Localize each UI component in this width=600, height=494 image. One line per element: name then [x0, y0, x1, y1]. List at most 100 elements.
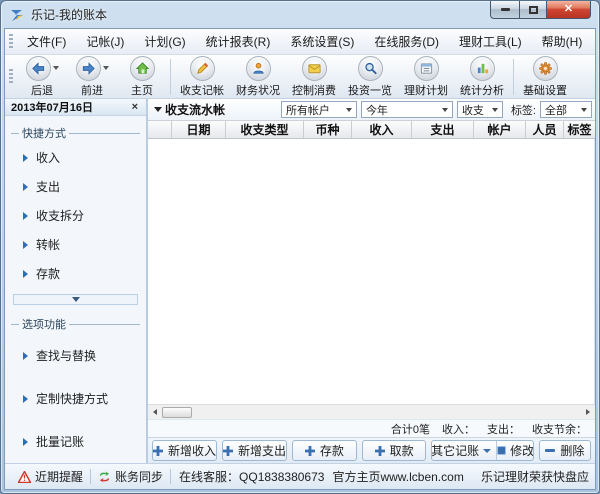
scrollbar-thumb[interactable]	[162, 406, 192, 418]
menu-item-bookkeeping[interactable]: 记帐(J)	[76, 29, 134, 54]
homepage-link[interactable]: 官方主页www.lcben.com	[332, 468, 471, 485]
finance-status-button[interactable]: 财务状况	[230, 55, 286, 99]
recent-reminder-label: 近期提醒	[35, 470, 84, 484]
back-button[interactable]: 后退	[17, 55, 67, 99]
delete-button[interactable]: 删除	[538, 440, 591, 461]
chevron-down-icon	[581, 107, 587, 112]
column-header-tag[interactable]: 标签	[564, 121, 595, 138]
sidebar-item-label: 定制快捷方式	[36, 392, 109, 406]
spending-control-button[interactable]: 控制消费	[286, 55, 342, 99]
column-header-selector[interactable]	[148, 121, 172, 138]
finance-status-label: 财务状况	[236, 84, 280, 97]
financial-plan-label: 理财计划	[404, 84, 448, 97]
tag-filter[interactable]: 全部	[540, 101, 592, 118]
chevron-down-icon	[71, 297, 80, 303]
sidebar-item-batch-record[interactable]: 批量记账	[5, 420, 146, 463]
forward-label: 前进	[81, 84, 103, 97]
add-income-button[interactable]: 新增收入	[152, 440, 218, 461]
menu-item-plan[interactable]: 计划(G)	[134, 29, 195, 54]
summary-balance: 收支节余：	[532, 423, 587, 436]
arrow-icon	[23, 153, 28, 162]
menu-item-reports[interactable]: 统计报表(R)	[196, 29, 281, 54]
minimize-button[interactable]	[490, 1, 519, 19]
toolbar-grip	[9, 68, 13, 85]
bar-chart-icon	[469, 55, 495, 81]
sidebar-item-income[interactable]: 收入	[5, 143, 146, 172]
column-header-type[interactable]: 收支类型	[226, 121, 304, 138]
column-header-income[interactable]: 收入	[352, 121, 412, 138]
column-header-currency[interactable]: 币种	[304, 121, 352, 138]
sidebar-item-expense[interactable]: 支出	[5, 172, 146, 201]
menu-item-file[interactable]: 文件(F)	[17, 29, 76, 54]
menu-item-tools[interactable]: 理财工具(L)	[449, 29, 532, 54]
status-bar: 近期提醒 账务同步 在线客服：QQ1838380673 官方主页www.lcbe…	[5, 463, 595, 489]
shortcuts-expander[interactable]	[13, 294, 138, 305]
menu-item-settings[interactable]: 系统设置(S)	[280, 29, 364, 54]
withdraw-button[interactable]: 取款	[361, 440, 427, 461]
sidebar-item-transfer[interactable]: 转帐	[5, 230, 146, 259]
back-label: 后退	[31, 84, 53, 97]
arrow-icon	[23, 269, 28, 278]
summary-row: 合计0笔 收入： 支出： 收支节余：	[148, 419, 595, 437]
sidebar-header: 2013年07月16日 ×	[5, 99, 146, 117]
sidebar-item-split[interactable]: 收支拆分	[5, 201, 146, 230]
sidebar-item-label: 收支拆分	[36, 209, 85, 224]
add-expense-button[interactable]: 新增支出	[222, 440, 288, 461]
account-sync-button[interactable]: 账务同步	[91, 468, 170, 485]
record-button[interactable]: 收支记帐	[174, 55, 230, 99]
menu-item-help[interactable]: 帮助(H)	[532, 29, 593, 54]
account-filter[interactable]: 所有帐户	[280, 101, 357, 118]
other-record-button[interactable]: 其它记账	[431, 441, 492, 460]
home-icon	[129, 55, 155, 81]
financial-plan-button[interactable]: 理财计划	[398, 55, 454, 99]
home-button[interactable]: 主页	[117, 55, 167, 99]
column-header-account[interactable]: 帐户	[474, 121, 526, 138]
investment-overview-button[interactable]: 投资一览	[342, 55, 398, 99]
plus-icon	[223, 445, 234, 456]
forward-dropdown-caret-icon[interactable]	[102, 66, 109, 70]
sidebar-item-customize-shortcut[interactable]: 定制快捷方式	[5, 377, 146, 420]
title-bar[interactable]: 乐记-我的账本 ✕	[1, 1, 599, 28]
sidebar-item-find-replace[interactable]: 查找与替换	[5, 334, 146, 377]
summary-expense: 支出：	[487, 423, 520, 436]
back-dropdown-caret-icon[interactable]	[52, 66, 59, 70]
collapse-caret-icon[interactable]	[154, 107, 162, 112]
menu-item-online-services[interactable]: 在线服务(D)	[364, 29, 449, 54]
envelope-icon	[301, 55, 327, 81]
forward-arrow-icon	[75, 55, 101, 81]
scroll-left-icon[interactable]	[148, 405, 162, 419]
arrow-icon	[23, 182, 28, 191]
panel-header: 收支流水帐 所有帐户 今年 收支 标签: 全部	[148, 99, 595, 120]
minimize-icon	[500, 8, 510, 11]
modify-button[interactable]: 修改	[496, 441, 533, 460]
transactions-table-body[interactable]	[148, 139, 595, 404]
other-record-label: 其它记账	[431, 444, 480, 458]
tag-filter-value: 全部	[545, 104, 567, 117]
basic-settings-button[interactable]: 基础设置	[517, 55, 573, 99]
sidebar-item-deposit[interactable]: 存款	[5, 259, 146, 288]
sidebar-close-icon[interactable]: ×	[130, 101, 140, 113]
online-service-text: 在线客服：QQ1838380673	[179, 470, 325, 484]
sidebar-item-label: 收入	[36, 151, 61, 166]
back-arrow-icon	[25, 55, 51, 81]
type-filter[interactable]: 收支	[456, 101, 503, 118]
group-title-shortcuts: 快捷方式	[11, 125, 140, 141]
home-label: 主页	[131, 84, 153, 97]
scroll-right-icon[interactable]	[581, 405, 595, 419]
chevron-down-icon	[483, 448, 492, 453]
period-filter[interactable]: 今年	[360, 101, 453, 118]
maximize-button[interactable]	[519, 1, 546, 19]
forward-button[interactable]: 前进	[67, 55, 117, 99]
column-header-date[interactable]: 日期	[172, 121, 226, 138]
pencil-icon	[189, 55, 215, 81]
sidebar-item-label: 支出	[36, 180, 61, 195]
statistics-button[interactable]: 统计分析	[454, 55, 510, 99]
deposit-button[interactable]: 存款	[292, 440, 357, 461]
horizontal-scrollbar[interactable]	[148, 404, 595, 419]
column-header-expense[interactable]: 支出	[412, 121, 474, 138]
maximize-icon	[528, 5, 538, 14]
deposit-label: 存款	[319, 444, 344, 458]
column-header-person[interactable]: 人员	[526, 121, 564, 138]
recent-reminder-button[interactable]: 近期提醒	[11, 468, 90, 485]
close-button[interactable]: ✕	[546, 1, 591, 19]
